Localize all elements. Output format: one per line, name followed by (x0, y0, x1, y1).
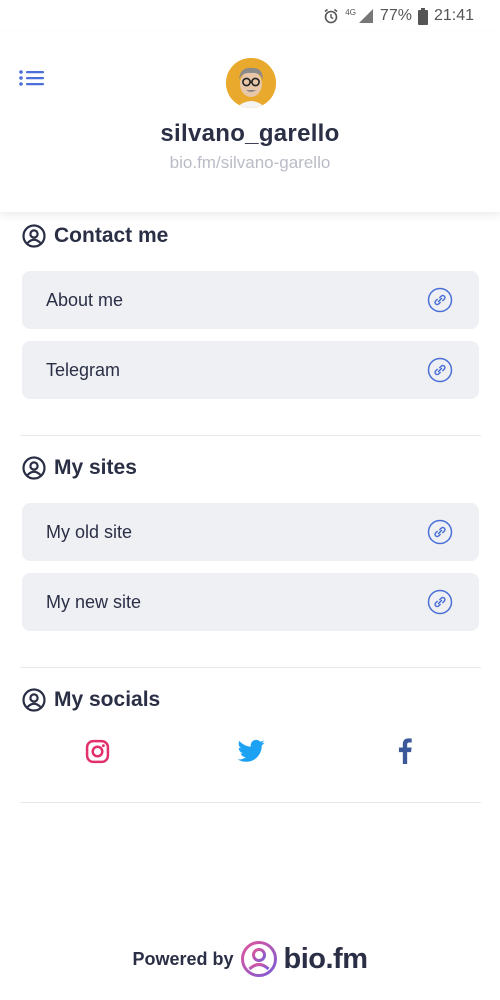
link-label: My old site (46, 521, 133, 542)
link-card-telegram[interactable]: Telegram (22, 341, 479, 399)
profile-url: bio.fm/silvano-garello (169, 153, 331, 172)
section-title-label: My sites (54, 456, 137, 479)
menu-list-icon (19, 70, 44, 86)
link-card-my-new-site[interactable]: My new site (22, 573, 479, 631)
link-icon (427, 519, 453, 545)
signal-icon (358, 9, 373, 23)
status-bar: 4G 77% 21:41 (0, 0, 500, 32)
link-icon (427, 287, 453, 313)
profile-header: silvano_garello bio.fm/silvano-garello (0, 32, 500, 212)
twitter-button[interactable] (236, 736, 266, 766)
twitter-icon (237, 739, 265, 762)
bio-fm-brand-link[interactable]: bio.fm (284, 943, 369, 976)
section-divider (20, 667, 481, 668)
network-type: 4G (345, 8, 356, 17)
menu-button[interactable] (18, 68, 46, 92)
link-card-about-me[interactable]: About me (22, 271, 479, 329)
powered-by-label: Powered by (132, 948, 234, 969)
user-circle-icon (22, 456, 46, 480)
section-title-label: My socials (54, 688, 161, 711)
battery-icon (417, 7, 428, 25)
link-card-my-old-site[interactable]: My old site (22, 503, 479, 561)
clock: 21:41 (433, 7, 474, 24)
link-label: Telegram (46, 359, 121, 380)
profile-username: silvano_garello (160, 120, 340, 147)
link-label: About me (46, 289, 124, 310)
instagram-button[interactable] (82, 736, 112, 766)
link-label: My new site (46, 591, 142, 612)
section-title-contact: Contact me (22, 224, 168, 248)
avatar-illustration (226, 58, 276, 108)
footer: Powered by bio.fm (0, 940, 500, 978)
link-icon (427, 589, 453, 615)
avatar (226, 58, 276, 108)
user-circle-icon (22, 224, 46, 248)
battery-percent: 77% (379, 7, 412, 24)
instagram-icon (85, 739, 109, 763)
section-title-socials: My socials (22, 688, 160, 712)
user-circle-icon (22, 688, 46, 712)
section-title-label: Contact me (54, 224, 169, 247)
bio-fm-logo-icon (240, 941, 277, 977)
section-divider (20, 802, 481, 803)
section-divider (20, 435, 481, 436)
link-icon (427, 357, 453, 383)
section-title-sites: My sites (22, 456, 137, 480)
facebook-icon (398, 738, 412, 764)
alarm-icon (324, 8, 338, 24)
facebook-button[interactable] (390, 736, 420, 766)
